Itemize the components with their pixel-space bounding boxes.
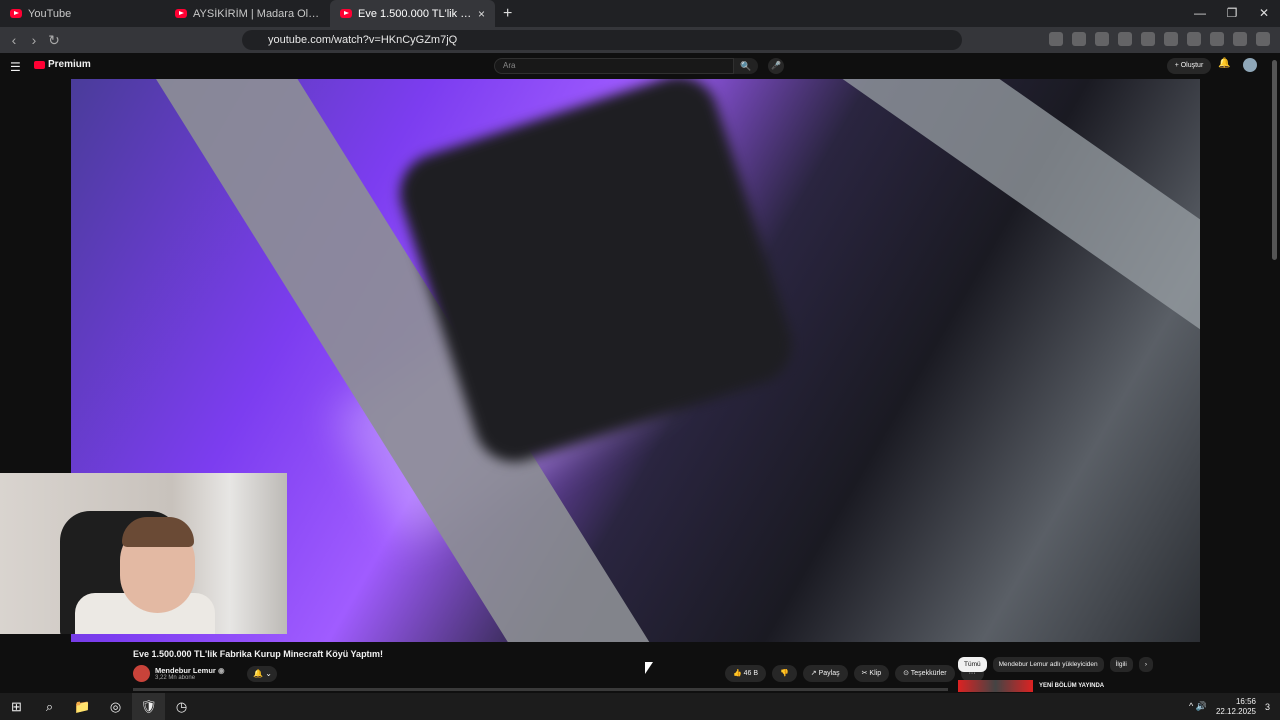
streamer-hair [122,517,194,547]
file-explorer-icon[interactable]: 📁 [66,693,99,720]
search-icon[interactable]: ⌕ [33,693,66,720]
tab-youtube[interactable]: YouTube [0,0,165,27]
tab-current-video[interactable]: Eve 1.500.000 TL'lik Fabrika Kurup Minec… [330,0,495,27]
page-horizontal-scrollbar[interactable] [133,688,948,691]
notification-badge[interactable]: 3 [1265,702,1270,712]
tab-aysikirim[interactable]: AYSİKİRİM | Madara Olduk #622 - YouTube [165,0,330,27]
clock-time: 16:56 [1235,696,1256,706]
search-input[interactable]: Ara [494,58,734,74]
recommended-video[interactable]: YENİ BÖLÜM YAYINDA [958,680,1104,692]
minimize-button[interactable]: — [1184,0,1216,27]
webcam-overlay [0,473,287,634]
tab-label: Eve 1.500.000 TL'lik Fabrika Kurup Minec… [358,7,472,20]
dislike-button[interactable]: 👎 [772,665,797,682]
tray-icons[interactable]: ^ 🔊 [1189,701,1207,712]
subscriber-count: 3,22 Mn abone [155,675,196,681]
menu-icon[interactable] [1256,32,1270,46]
chip-all[interactable]: Tümü [958,657,987,672]
address-bar[interactable]: youtube.com/watch?v=HKnCyGZm7jQ [242,30,962,50]
extensions-area [1049,32,1270,46]
chip-related[interactable]: İlgili [1109,657,1133,672]
browser-tab-bar: YouTube AYSİKİRİM | Madara Olduk #622 - … [0,0,1280,27]
channel-info: Mendebur Lemur ◉ 3,22 Mn abone [155,666,224,681]
youtube-favicon-icon [340,9,352,18]
youtube-logo[interactable]: Premium [34,59,91,70]
search-button[interactable]: 🔍 [734,58,758,74]
channel-avatar[interactable] [133,665,150,682]
youtube-favicon-icon [10,9,22,18]
logo-text: Premium [48,59,91,70]
restore-button[interactable]: ❐ [1216,0,1248,27]
brave-icon[interactable]: 🛡 [132,693,165,720]
notifications-bell-icon[interactable]: 🔔 [1218,58,1230,69]
tab-label: AYSİKİRİM | Madara Olduk #622 - YouTube [193,7,320,20]
youtube-favicon-icon [175,9,187,18]
system-tray: ^ 🔊 16:56 22.12.2025 3 [1189,693,1270,720]
video-actions: 👍 46 B 👎 ↗ Paylaş ✂ Klip ⊙ Teşekkürler ·… [725,665,984,682]
chip-uploader[interactable]: Mendebur Lemur adlı yükleyiciden [992,657,1104,672]
video-title: Eve 1.500.000 TL'lik Fabrika Kurup Minec… [133,649,384,659]
start-button[interactable]: ⊞ [0,693,33,720]
clock[interactable]: 16:56 22.12.2025 [1216,697,1256,717]
extension-icon[interactable] [1072,32,1086,46]
tab-label: YouTube [28,7,72,20]
obs-icon[interactable]: ◷ [165,693,198,720]
recommended-title[interactable]: YENİ BÖLÜM YAYINDA [1039,683,1104,689]
puzzle-icon[interactable] [1095,32,1109,46]
window-controls: — ❐ ✕ [1184,0,1280,27]
browser-toolbar: ‹ › ↻ youtube.com/watch?v=HKnCyGZm7jQ [0,27,1280,53]
close-window-button[interactable]: ✕ [1248,0,1280,27]
recommended-thumbnail[interactable] [958,680,1033,692]
printer-rail [799,79,1200,393]
clock-date: 22.12.2025 [1215,706,1256,716]
sidebar-icon[interactable] [1164,32,1178,46]
windows-taskbar: ⊞ ⌕ 📁 ◎ 🛡 ◷ ^ 🔊 16:56 22.12.2025 3 [0,693,1280,720]
leo-icon[interactable] [1210,32,1224,46]
new-tab-button[interactable]: + [495,5,520,23]
youtube-play-icon [34,60,45,69]
hamburger-menu-icon[interactable]: ☰ [10,60,21,74]
clip-button[interactable]: ✂ Klip [853,665,890,682]
wallet-icon[interactable] [1187,32,1201,46]
music-icon[interactable] [1141,32,1155,46]
forward-button[interactable]: › [24,32,44,48]
account-avatar[interactable] [1243,58,1257,72]
page-scrollbar[interactable] [1272,60,1277,260]
close-tab-icon[interactable]: × [478,7,485,21]
recommendation-chips: Tümü Mendebur Lemur adlı yükleyiciden İl… [958,657,1153,672]
back-button[interactable]: ‹ [4,32,24,48]
thanks-button[interactable]: ⊙ Teşekkürler [895,665,955,682]
reload-button[interactable]: ↻ [44,32,64,49]
url-text: youtube.com/watch?v=HKnCyGZm7jQ [268,34,458,46]
voice-search-button[interactable]: 🎤 [768,58,784,74]
mouse-cursor [645,662,653,674]
chips-next-button[interactable]: › [1138,657,1153,672]
youtube-header: ☰ Premium Ara 🔍 🎤 + Oluştur 🔔 [0,53,1280,79]
extension-icon[interactable] [1049,32,1063,46]
subscription-bell-button[interactable]: 🔔 ⌄ [247,665,278,682]
like-button[interactable]: 👍 46 B [725,665,767,682]
channel-row: Mendebur Lemur ◉ 3,22 Mn abone 🔔 ⌄ [133,665,278,682]
share-button[interactable]: ↗ Paylaş [802,665,848,682]
create-button[interactable]: + Oluştur [1167,58,1211,74]
verified-icon: ◉ [217,666,225,675]
chrome-icon[interactable]: ◎ [99,693,132,720]
vpn-icon[interactable] [1233,32,1247,46]
channel-name[interactable]: Mendebur Lemur ◉ [155,666,224,675]
extension-icon[interactable] [1118,32,1132,46]
